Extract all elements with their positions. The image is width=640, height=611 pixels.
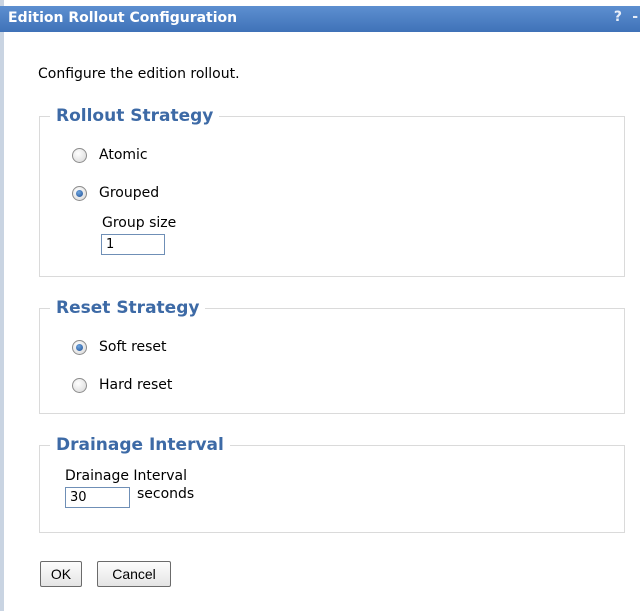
drainage-interval-label: Drainage Interval [65,468,188,484]
grouped-label: Grouped [99,185,160,201]
hard-reset-label: Hard reset [99,377,173,393]
drainage-unit-label: seconds [137,486,195,502]
drainage-interval-group: Drainage Interval Drainage Interval seco… [39,435,625,533]
hard-reset-option[interactable]: Hard reset [72,377,172,393]
drainage-interval-legend: Drainage Interval [50,435,230,455]
soft-reset-radio[interactable] [72,339,87,355]
cancel-button[interactable]: Cancel [97,561,171,587]
hard-reset-radio[interactable] [72,377,87,393]
group-size-input[interactable] [101,234,165,255]
reset-strategy-group: Reset Strategy Soft reset Hard reset [39,298,625,414]
intro-text: Configure the edition rollout. [38,66,240,82]
soft-reset-option[interactable]: Soft reset [72,339,167,355]
help-icon[interactable]: ? [614,9,622,25]
grouped-option[interactable]: Grouped [72,185,159,201]
ok-button[interactable]: OK [40,561,82,587]
rollout-strategy-legend: Rollout Strategy [50,106,220,126]
grouped-radio[interactable] [72,185,87,201]
group-size-label: Group size [102,215,177,231]
dialog-title-bar: Edition Rollout Configuration ? - [0,6,640,32]
window-left-edge [0,0,4,611]
reset-strategy-legend: Reset Strategy [50,298,206,318]
atomic-option[interactable]: Atomic [72,147,148,163]
atomic-label: Atomic [99,147,148,163]
rollout-strategy-group: Rollout Strategy Atomic Grouped Group si… [39,106,625,277]
soft-reset-label: Soft reset [99,339,167,355]
minimize-icon[interactable]: - [632,9,638,25]
atomic-radio[interactable] [72,147,87,163]
dialog-title: Edition Rollout Configuration [8,10,238,26]
drainage-interval-input[interactable] [65,487,130,508]
